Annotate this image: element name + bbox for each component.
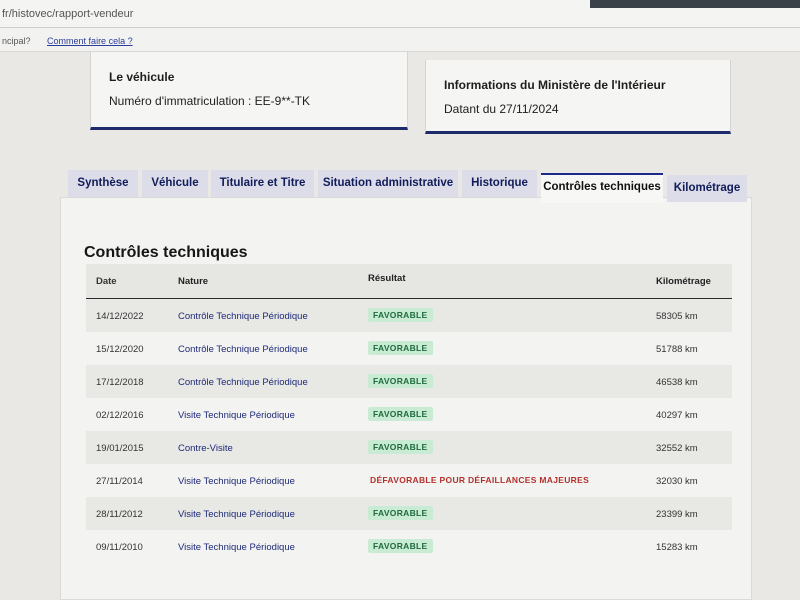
- row-nature: Contrôle Technique Périodique: [178, 377, 308, 388]
- tab-titulaire[interactable]: Titulaire et Titre: [211, 170, 314, 197]
- row-km: 23399 km: [656, 509, 698, 520]
- row-date: 17/12/2018: [96, 377, 144, 388]
- row-km: 15283 km: [656, 542, 698, 553]
- row-nature: Visite Technique Périodique: [178, 542, 295, 553]
- row-result: FAVORABLE: [368, 308, 433, 322]
- favorable-badge: FAVORABLE: [368, 440, 433, 454]
- row-result: FAVORABLE: [368, 539, 433, 553]
- table-row: 02/12/2016 Visite Technique Périodique F…: [86, 398, 732, 431]
- section-title: Contrôles techniques: [84, 244, 248, 261]
- url-text[interactable]: fr/histovec/rapport-vendeur: [2, 8, 133, 20]
- row-date: 27/11/2014: [96, 476, 143, 487]
- header-km[interactable]: Kilométrage: [656, 276, 711, 287]
- browser-url-bar[interactable]: fr/histovec/rapport-vendeur: [0, 0, 800, 28]
- ministry-card-title: Informations du Ministère de l'Intérieur: [444, 78, 666, 92]
- help-prefix: ncipal?: [2, 36, 31, 46]
- row-result: FAVORABLE: [368, 506, 433, 520]
- ministry-card: Informations du Ministère de l'Intérieur…: [425, 60, 731, 134]
- table-header: Date Nature Résultat Kilométrage: [86, 264, 732, 299]
- table-row: 17/12/2018 Contrôle Technique Périodique…: [86, 365, 732, 398]
- row-date: 19/01/2015: [96, 443, 144, 454]
- tab-historique[interactable]: Historique: [462, 170, 537, 197]
- defavorable-badge: DÉFAVORABLE POUR DÉFAILLANCES MAJEURES: [370, 475, 590, 485]
- row-nature: Visite Technique Périodique: [178, 509, 295, 520]
- row-result: DÉFAVORABLE POUR DÉFAILLANCES MAJEURES: [368, 473, 594, 487]
- vehicle-card: Le véhicule Numéro d'immatriculation : E…: [90, 52, 408, 130]
- table-row: 27/11/2014 Visite Technique Périodique D…: [86, 464, 732, 497]
- table-row: 15/12/2020 Contrôle Technique Périodique…: [86, 332, 732, 365]
- row-km: 40297 km: [656, 410, 698, 421]
- row-km: 51788 km: [656, 344, 698, 355]
- row-result: FAVORABLE: [368, 341, 433, 355]
- table-row: 14/12/2022 Contrôle Technique Périodique…: [86, 299, 732, 332]
- favorable-badge: FAVORABLE: [368, 506, 433, 520]
- table-row: 09/11/2010 Visite Technique Périodique F…: [86, 530, 732, 563]
- favorable-badge: FAVORABLE: [368, 341, 433, 355]
- row-date: 28/11/2012: [96, 509, 143, 520]
- favorable-badge: FAVORABLE: [368, 308, 433, 322]
- row-date: 14/12/2022: [96, 311, 144, 322]
- ministry-date: Datant du 27/11/2024: [444, 102, 559, 116]
- row-km: 58305 km: [656, 311, 698, 322]
- tab-vehicule[interactable]: Véhicule: [142, 170, 208, 197]
- row-date: 02/12/2016: [96, 410, 144, 421]
- tab-synthese[interactable]: Synthèse: [68, 170, 138, 197]
- header-nature[interactable]: Nature: [178, 276, 208, 287]
- row-result: FAVORABLE: [368, 407, 433, 421]
- row-nature: Visite Technique Périodique: [178, 476, 295, 487]
- row-nature: Contre-Visite: [178, 443, 233, 454]
- help-line: ncipal? Comment faire cela ?: [0, 28, 800, 52]
- row-result: FAVORABLE: [368, 440, 433, 454]
- vehicle-card-title: Le véhicule: [109, 70, 175, 84]
- tab-kilometrage[interactable]: Kilométrage: [667, 175, 747, 202]
- row-km: 32552 km: [656, 443, 698, 454]
- row-date: 09/11/2010: [96, 542, 143, 553]
- row-result: FAVORABLE: [368, 374, 433, 388]
- favorable-badge: FAVORABLE: [368, 407, 433, 421]
- row-date: 15/12/2020: [96, 344, 144, 355]
- table-row: 28/11/2012 Visite Technique Périodique F…: [86, 497, 732, 530]
- tab-controles-techniques[interactable]: Contrôles techniques: [541, 173, 663, 203]
- row-km: 32030 km: [656, 476, 698, 487]
- tab-situation-administrative[interactable]: Situation administrative: [318, 170, 458, 197]
- help-link[interactable]: Comment faire cela ?: [47, 36, 133, 46]
- table-row: 19/01/2015 Contre-Visite FAVORABLE 32552…: [86, 431, 732, 464]
- header-date[interactable]: Date: [96, 276, 117, 287]
- plate-number: Numéro d'immatriculation : EE-9**-TK: [109, 94, 311, 108]
- favorable-badge: FAVORABLE: [368, 539, 433, 553]
- row-nature: Contrôle Technique Périodique: [178, 344, 308, 355]
- favorable-badge: FAVORABLE: [368, 374, 433, 388]
- browser-frame-edge: [590, 0, 800, 8]
- row-nature: Visite Technique Périodique: [178, 410, 295, 421]
- row-km: 46538 km: [656, 377, 698, 388]
- row-nature: Contrôle Technique Périodique: [178, 311, 308, 322]
- header-result[interactable]: Résultat: [368, 273, 405, 284]
- technical-controls-table: Date Nature Résultat Kilométrage 14/12/2…: [86, 264, 732, 563]
- table-body: 14/12/2022 Contrôle Technique Périodique…: [86, 299, 732, 563]
